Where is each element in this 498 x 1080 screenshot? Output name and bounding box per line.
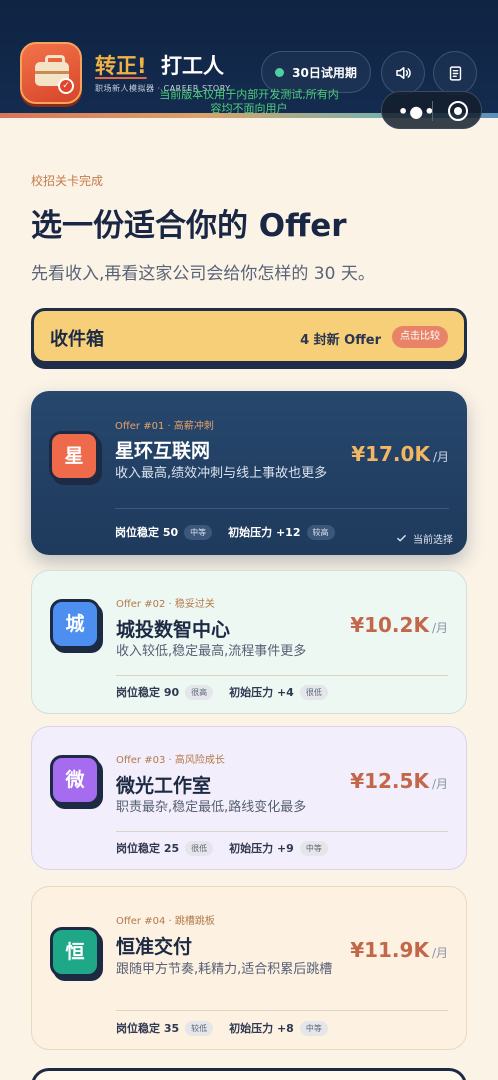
- offer-icon: 城: [50, 599, 100, 649]
- offer-description: 职责最杂,稳定最低,路线变化最多: [116, 800, 307, 815]
- stage-eyebrow: 校招关卡完成: [31, 174, 104, 188]
- stability-tag: 很低: [185, 840, 214, 856]
- offer-meta: Offer #03 · 高风险成长: [116, 755, 225, 766]
- offer-salary: ¥17.0K/月: [351, 442, 449, 466]
- offer-salary: ¥11.9K/月: [350, 938, 448, 962]
- salary-unit: /月: [431, 946, 448, 960]
- offer-company-name: 微光工作室: [116, 775, 212, 797]
- pressure-tag: 较高: [306, 524, 335, 540]
- offer-divider: [116, 675, 448, 676]
- offer-stats: 岗位稳定 35 较低 初始压力 +8 中等: [116, 1020, 328, 1036]
- briefcase-app-icon: ✓: [20, 42, 82, 104]
- salary-amount: ¥12.5K: [350, 769, 429, 793]
- capsule-divider: [432, 101, 433, 121]
- offer-stats: 岗位稳定 25 很低 初始压力 +9 中等: [116, 840, 328, 856]
- offer-icon: 微: [50, 755, 100, 805]
- notes-button[interactable]: [433, 51, 477, 95]
- offer-company-name: 城投数智中心: [116, 619, 231, 641]
- stability-tag: 较低: [185, 1020, 214, 1036]
- check-badge-icon: ✓: [58, 78, 74, 94]
- dev-notice: 当前版本仅用于内部开发测试,所有内容均不面向用户: [159, 88, 339, 115]
- document-icon: [449, 65, 461, 81]
- app-name: 打工人: [161, 54, 224, 78]
- offer-icon: 恒: [50, 927, 100, 977]
- offer-stats: 岗位稳定 90 很高 初始压力 +4 很低: [116, 684, 328, 700]
- status-dot-icon: [275, 67, 285, 77]
- app-name-highlight: 转正!: [95, 54, 147, 78]
- offer-company-name: 星环互联网: [115, 440, 211, 462]
- offer-meta: Offer #02 · 稳妥过关: [116, 599, 215, 610]
- offer-icon: 星: [49, 431, 99, 481]
- stability-tag: 中等: [184, 524, 213, 540]
- offer-card-4[interactable]: 恒 Offer #04 · 跳槽跳板 恒准交付 跟随甲方节奏,耗精力,适合积累后…: [31, 886, 467, 1050]
- check-icon: [397, 535, 406, 542]
- pressure-tag: 中等: [299, 1020, 328, 1036]
- current-selection-label: 当前选择: [413, 535, 453, 546]
- page-title: 选一份适合你的 Offer: [31, 208, 347, 244]
- offer-meta: Offer #01 · 高薪冲刺: [115, 421, 214, 432]
- compare-button[interactable]: 点击比较: [392, 326, 448, 348]
- offer-divider: [116, 1010, 448, 1011]
- offer-card-1[interactable]: 星 Offer #01 · 高薪冲刺 星环互联网 收入最高,绩效冲刺与线上事故也…: [31, 391, 467, 555]
- more-icon[interactable]: •●•: [398, 102, 435, 121]
- pressure-stat: 初始压力 +12: [228, 526, 301, 539]
- stability-stat: 岗位稳定 90: [116, 686, 180, 699]
- pressure-stat: 初始压力 +8: [229, 1022, 294, 1035]
- offer-description: 跟随甲方节奏,耗精力,适合积累后跳槽: [116, 962, 333, 977]
- inbox-title: 收件箱: [50, 329, 104, 350]
- current-selection-indicator: 当前选择: [396, 531, 453, 546]
- stability-stat: 岗位稳定 35: [116, 1022, 180, 1035]
- salary-unit: /月: [431, 777, 448, 791]
- salary-unit: /月: [432, 450, 449, 464]
- inbox-count: 4 封新 Offer: [300, 333, 381, 348]
- salary-amount: ¥17.0K: [351, 442, 430, 466]
- offer-salary: ¥10.2K/月: [350, 613, 448, 637]
- page-subtitle: 先看收入,再看这家公司会给你怎样的 30 天。: [31, 264, 375, 284]
- offer-divider: [116, 831, 448, 832]
- stability-tag: 很高: [185, 684, 214, 700]
- stability-stat: 岗位稳定 50: [115, 526, 179, 539]
- pressure-stat: 初始压力 +4: [229, 686, 294, 699]
- offer-stats: 岗位稳定 50 中等 初始压力 +12 较高: [115, 524, 335, 540]
- pressure-stat: 初始压力 +9: [229, 842, 294, 855]
- speaker-icon: [396, 67, 411, 79]
- salary-amount: ¥10.2K: [350, 613, 429, 637]
- close-target-icon[interactable]: [448, 101, 468, 121]
- offer-card-2[interactable]: 城 Offer #02 · 稳妥过关 城投数智中心 收入较低,稳定最高,流程事件…: [31, 570, 467, 714]
- salary-amount: ¥11.9K: [350, 938, 429, 962]
- next-card-peek[interactable]: [31, 1068, 467, 1080]
- sound-button[interactable]: [381, 51, 425, 95]
- offer-salary: ¥12.5K/月: [350, 769, 448, 793]
- stability-stat: 岗位稳定 25: [116, 842, 180, 855]
- pressure-tag: 中等: [299, 840, 328, 856]
- offer-description: 收入较低,稳定最高,流程事件更多: [116, 644, 307, 659]
- inbox-bar[interactable]: 收件箱 4 封新 Offer 点击比较: [31, 308, 467, 364]
- offer-description: 收入最高,绩效冲刺与线上事故也更多: [115, 466, 328, 481]
- pressure-tag: 很低: [299, 684, 328, 700]
- offer-meta: Offer #04 · 跳槽跳板: [116, 916, 215, 927]
- offer-company-name: 恒准交付: [116, 936, 193, 958]
- trial-period-label: 30日试用期: [292, 65, 357, 80]
- trial-period-button[interactable]: 30日试用期: [261, 51, 371, 93]
- offer-divider: [115, 508, 449, 509]
- miniprogram-capsule[interactable]: •●•: [381, 91, 482, 129]
- offer-card-3[interactable]: 微 Offer #03 · 高风险成长 微光工作室 职责最杂,稳定最低,路线变化…: [31, 726, 467, 870]
- salary-unit: /月: [431, 621, 448, 635]
